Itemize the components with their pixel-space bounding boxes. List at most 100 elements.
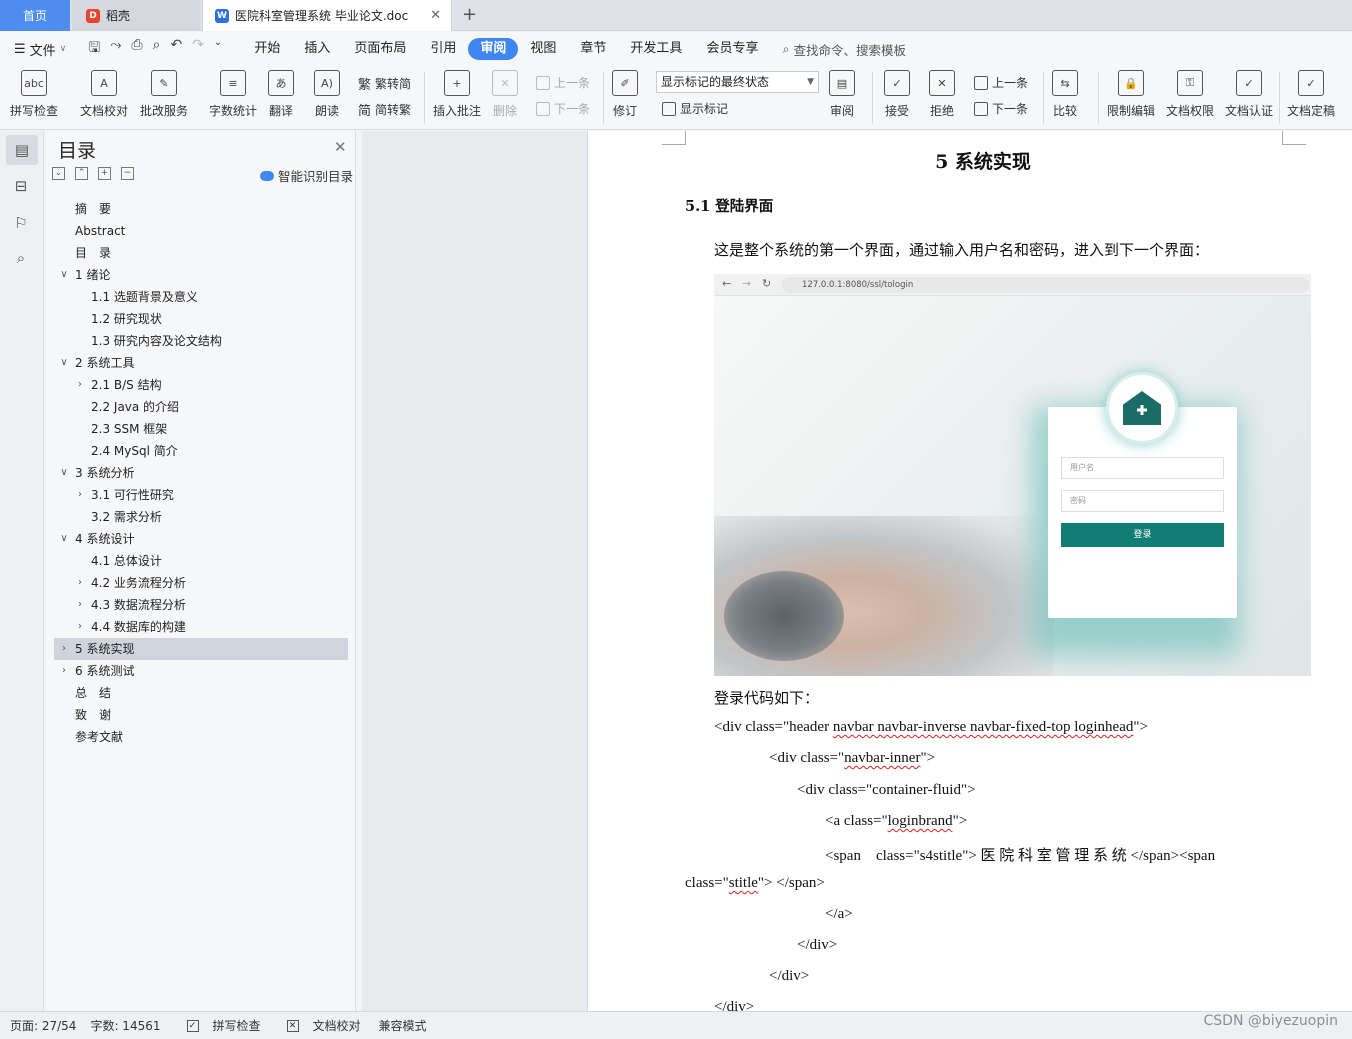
search-icon[interactable]: ⌕ <box>11 248 31 268</box>
accept-button[interactable]: ✓ 接受 <box>884 70 910 119</box>
show-markup-button[interactable]: 显示标记 <box>662 100 728 117</box>
status-doc-proof[interactable]: ✕ 文档校对 <box>277 1017 361 1034</box>
new-tab-plus-icon[interactable]: + <box>462 4 477 25</box>
chevron-down-icon[interactable]: ∨ <box>58 462 70 484</box>
word-count-indicator[interactable]: 字数: 14561 <box>90 1017 160 1034</box>
chevron-right-icon[interactable]: › <box>58 638 70 660</box>
simp-to-trad-button[interactable]: 简简转繁 <box>358 100 411 119</box>
next-comment-button[interactable]: 下一条 <box>536 100 590 117</box>
page-indicator[interactable]: 页面: 27/54 <box>10 1017 76 1034</box>
doc-auth-button[interactable]: ✓ 文档认证 <box>1225 70 1273 119</box>
toc-item[interactable]: › 4.4 数据库的构建 <box>54 616 348 638</box>
next-change-button[interactable]: 下一条 <box>974 100 1028 117</box>
remove-heading-icon[interactable]: − <box>121 167 134 180</box>
chevron-right-icon[interactable]: › <box>74 594 86 616</box>
toc-item[interactable]: ∨ 3 系统分析 <box>54 462 348 484</box>
doc-finalize-button[interactable]: ✓ 文档定稿 <box>1287 70 1335 119</box>
prev-comment-button[interactable]: 上一条 <box>536 74 590 91</box>
file-menu[interactable]: ☰ 文件 ∨ <box>14 40 66 59</box>
status-spell-check[interactable]: ✓ 拼写检查 <box>177 1017 261 1034</box>
toc-item[interactable]: › 6 系统测试 <box>54 660 348 682</box>
toc-item[interactable]: 总 结 <box>54 682 348 704</box>
tab-home[interactable]: 首页 <box>0 0 70 31</box>
toc-item[interactable]: › 5 系统实现 <box>54 638 348 660</box>
translate-button[interactable]: あ翻译 <box>268 70 294 119</box>
menu-start[interactable]: 开始 <box>242 38 292 60</box>
redo-icon[interactable]: ↷ <box>192 37 204 61</box>
document-page[interactable]: 5 系统实现 5.1 登陆界面 这是整个系统的第一个界面，通过输入用户名和密码，… <box>587 131 1352 1011</box>
chevron-down-icon[interactable]: ∨ <box>58 528 70 550</box>
menu-developer[interactable]: 开发工具 <box>618 38 694 60</box>
prev-change-button[interactable]: 上一条 <box>974 74 1028 91</box>
close-icon[interactable]: ✕ <box>334 138 347 156</box>
chevron-down-icon[interactable]: ∨ <box>58 264 70 286</box>
display-mode-select[interactable]: 显示标记的最终状态 ▼ <box>656 71 819 93</box>
tab-daoke[interactable]: D 稻壳 <box>72 0 200 31</box>
track-changes-button[interactable]: ✐ 修订 <box>612 70 638 119</box>
toc-item[interactable]: 2.3 SSM 框架 <box>54 418 348 440</box>
chevron-right-icon[interactable]: › <box>74 616 86 638</box>
review-pane-button[interactable]: ▤ 审阅 <box>829 70 855 119</box>
chevron-right-icon[interactable]: › <box>74 484 86 506</box>
menu-references[interactable]: 引用 <box>418 38 468 60</box>
add-heading-icon[interactable]: + <box>98 167 111 180</box>
read-aloud-button[interactable]: A) 朗读 <box>314 70 340 119</box>
menu-member[interactable]: 会员专享 <box>694 38 770 60</box>
toc-item[interactable]: 1.3 研究内容及论文结构 <box>54 330 348 352</box>
spell-check-button[interactable]: abc 拼写检查 <box>10 70 58 119</box>
trad-to-simp-button[interactable]: 繁繁转简 <box>358 74 411 93</box>
print-icon[interactable]: ⎙ <box>131 37 142 61</box>
doc-permission-button[interactable]: ⚿ 文档权限 <box>1166 70 1214 119</box>
bookmark-icon[interactable]: ⚐ <box>11 213 31 233</box>
smart-toc-button[interactable]: 智能识别目录 <box>260 166 353 185</box>
menu-review[interactable]: 审阅 <box>468 38 519 60</box>
toc-item[interactable]: 4.1 总体设计 <box>54 550 348 572</box>
print-preview-icon[interactable]: ⌕ <box>153 37 161 61</box>
chevron-right-icon[interactable]: › <box>74 374 86 396</box>
toc-item[interactable]: ∨ 1 绪论 <box>54 264 348 286</box>
restrict-edit-button[interactable]: 🔒 限制编辑 <box>1107 70 1155 119</box>
menu-view[interactable]: 视图 <box>518 38 568 60</box>
toc-item[interactable]: 目 录 <box>54 242 348 264</box>
chevron-down-icon[interactable]: ∨ <box>58 352 70 374</box>
undo-icon[interactable]: ↶ <box>170 37 182 61</box>
export-icon[interactable]: ⤳ <box>110 37 121 61</box>
toc-item[interactable]: 2.4 MySql 简介 <box>54 440 348 462</box>
toc-item[interactable]: 参考文献 <box>54 726 348 748</box>
watermark: CSDN @biyezuopin <box>1203 1013 1338 1029</box>
command-search[interactable]: ⌕ 查找命令、搜索模板 <box>782 40 906 59</box>
toc-item[interactable]: ∨ 2 系统工具 <box>54 352 348 374</box>
save-icon[interactable]: 🖫 <box>88 37 100 61</box>
menu-insert[interactable]: 插入 <box>292 38 342 60</box>
toc-item[interactable]: › 3.1 可行性研究 <box>54 484 348 506</box>
toc-item[interactable]: › 4.2 业务流程分析 <box>54 572 348 594</box>
collapse-all-icon[interactable]: ⌃ <box>75 167 88 180</box>
menu-page-layout[interactable]: 页面布局 <box>342 38 418 60</box>
insert-comment-button[interactable]: + 插入批注 <box>433 70 481 119</box>
more-chevron-icon[interactable]: ⌄ <box>214 37 222 61</box>
doc-proof-button[interactable]: A 文档校对 <box>80 70 128 119</box>
delete-comment-button[interactable]: ✕ 删除 <box>492 70 518 119</box>
toc-panel-icon[interactable]: ▤ <box>6 135 38 165</box>
toc-item[interactable]: 1.2 研究现状 <box>54 308 348 330</box>
chevron-right-icon[interactable]: › <box>58 660 70 682</box>
toc-item[interactable]: Abstract <box>54 220 348 242</box>
reject-button[interactable]: ✕ 拒绝 <box>929 70 955 119</box>
expand-all-icon[interactable]: ⌄ <box>52 167 65 180</box>
toc-item[interactable]: 致 谢 <box>54 704 348 726</box>
toc-item[interactable]: 摘 要 <box>54 198 348 220</box>
toc-item[interactable]: 2.2 Java 的介绍 <box>54 396 348 418</box>
menu-chapter[interactable]: 章节 <box>568 38 618 60</box>
toc-item[interactable]: 3.2 需求分析 <box>54 506 348 528</box>
chevron-right-icon[interactable]: › <box>74 572 86 594</box>
close-tab-icon[interactable]: ✕ <box>430 8 441 23</box>
correction-service-button[interactable]: ✎ 批改服务 <box>140 70 188 119</box>
chapter-nav-icon[interactable]: ⊟ <box>11 176 31 196</box>
compare-button[interactable]: ⇆ 比较 <box>1052 70 1078 119</box>
toc-item[interactable]: › 2.1 B/S 结构 <box>54 374 348 396</box>
toc-item[interactable]: 1.1 选题背景及意义 <box>54 286 348 308</box>
word-count-button[interactable]: ≡ 字数统计 <box>209 70 257 119</box>
toc-item[interactable]: › 4.3 数据流程分析 <box>54 594 348 616</box>
toc-item[interactable]: ∨ 4 系统设计 <box>54 528 348 550</box>
tab-document[interactable]: W 医院科室管理系统 毕业论文.doc ✕ <box>202 0 452 31</box>
